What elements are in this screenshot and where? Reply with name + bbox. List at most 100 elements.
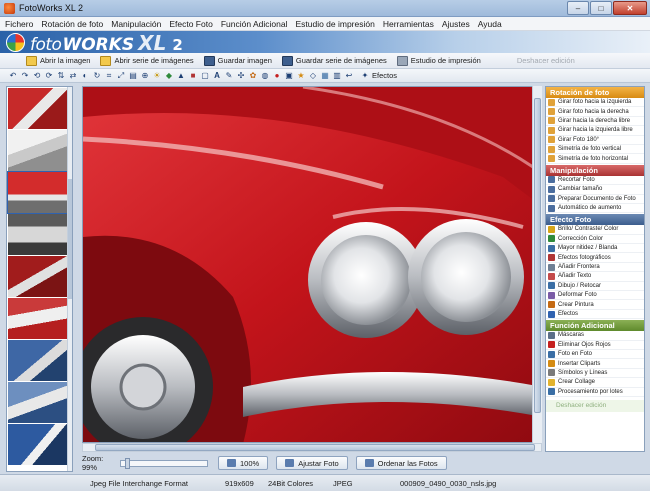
clipart-icon[interactable]: ★ — [296, 71, 306, 81]
rotate-180-icon[interactable]: ◐ — [80, 71, 90, 81]
rotate-right-item[interactable]: Girar foto hacia la derecha — [546, 107, 644, 117]
red-eye-icon[interactable]: ● — [272, 71, 282, 81]
add-border-item[interactable]: Añadir Frontera — [546, 263, 644, 273]
save-series-button[interactable]: Guardar serie de imágenes — [281, 55, 387, 66]
photo-in-photo-icon[interactable]: ▣ — [284, 71, 294, 81]
image-viewer[interactable] — [82, 86, 542, 443]
brightness-item[interactable]: Brillo/ Contraste/ Color — [546, 225, 644, 235]
refresh-icon[interactable]: ↻ — [92, 71, 102, 81]
cliparts-item[interactable]: Insertar Cliparts — [546, 359, 644, 369]
open-image-button[interactable]: Abrir la imagen — [26, 55, 90, 66]
section-additional-header[interactable]: Función Adicional — [546, 320, 644, 332]
sort-photos-button[interactable]: Ordenar las Fotos — [355, 456, 447, 470]
deform-icon[interactable]: ✣ — [236, 71, 246, 81]
thumbnail-5[interactable]: 0 — [8, 256, 72, 297]
menu-ayuda[interactable]: Ayuda — [478, 19, 502, 29]
draw-item[interactable]: Dibujo / Retocar — [546, 282, 644, 292]
flip-horizontal-icon[interactable]: ⇄ — [68, 71, 78, 81]
crop-item[interactable]: Recortar Foto — [546, 176, 644, 186]
menu-funcion-adicional[interactable]: Función Adicional — [221, 19, 288, 29]
zoom-slider-handle[interactable] — [125, 457, 130, 469]
rotate-free-left-icon[interactable]: ⟲ — [32, 71, 42, 81]
collage-item[interactable]: Crear Collage — [546, 378, 644, 388]
save-image-button[interactable]: Guardar imagen — [203, 55, 272, 66]
frame-icon[interactable]: ▢ — [200, 71, 210, 81]
mask-icon[interactable]: ◍ — [260, 71, 270, 81]
effects-button[interactable]: ✦ Efectos — [360, 71, 397, 81]
thumbnail-9[interactable]: 0 — [8, 424, 72, 465]
menu-ajustes[interactable]: Ajustes — [442, 19, 470, 29]
sharpen-item[interactable]: Mayor nitidez / Blanda — [546, 244, 644, 254]
menu-estudio-impresion[interactable]: Estudio de impresión — [295, 19, 374, 29]
thumbnail-2[interactable]: 0 — [8, 130, 72, 171]
thumbnail-3[interactable]: 0 — [7, 171, 72, 214]
menu-manipulacion[interactable]: Manipulación — [111, 19, 161, 29]
thumbnail-4[interactable]: 0 — [8, 214, 72, 255]
undo-icon[interactable]: ↩ — [344, 71, 354, 81]
thumbnail-6[interactable]: 0 — [8, 298, 72, 339]
viewer-horizontal-scrollbar[interactable] — [82, 443, 542, 452]
flip-horizontal-item[interactable]: Simetría de foto horizontal — [546, 154, 644, 164]
masks-item[interactable]: Máscaras — [546, 331, 644, 341]
prepare-document-item[interactable]: Preparar Documento de Foto — [546, 195, 644, 204]
fit-photo-button[interactable]: Ajustar Foto — [276, 456, 348, 470]
rotate-180-item[interactable]: Girar Foto 180° — [546, 136, 644, 145]
menu-efecto-foto[interactable]: Efecto Foto — [169, 19, 212, 29]
rotate-right-icon[interactable]: ↷ — [20, 71, 30, 81]
effects-item[interactable]: Efectos — [546, 310, 644, 320]
photo-effect-icon[interactable]: ■ — [188, 71, 198, 81]
close-button[interactable]: ✕ — [613, 1, 647, 15]
brightness-icon[interactable]: ☀ — [152, 71, 162, 81]
viewer-vertical-scrollbar[interactable] — [532, 86, 542, 443]
sharpen-icon[interactable]: ▲ — [176, 71, 186, 81]
section-manipulation-header[interactable]: Manipulación — [546, 164, 644, 176]
menu-rotacion[interactable]: Rotación de foto — [41, 19, 103, 29]
menu-fichero[interactable]: Fichero — [5, 19, 33, 29]
crop-icon[interactable]: ⌗ — [104, 71, 114, 81]
section-rotation-header[interactable]: Rotación de foto — [546, 87, 644, 98]
color-correction-item[interactable]: Corrección Color — [546, 235, 644, 245]
resize-icon[interactable]: ⤢ — [116, 71, 126, 81]
viewer-vscroll-thumb[interactable] — [534, 98, 541, 413]
menu-herramientas[interactable]: Herramientas — [383, 19, 434, 29]
thumbnail-scroll-thumb[interactable] — [68, 179, 72, 299]
resize-item[interactable]: Cambiar tamaño — [546, 185, 644, 195]
deform-item[interactable]: Deformar Foto — [546, 291, 644, 301]
symbols-item[interactable]: Símbolos y Líneas — [546, 369, 644, 379]
zoom-100-button[interactable]: 100% — [218, 456, 269, 470]
draw-icon[interactable]: ✎ — [224, 71, 234, 81]
rotate-free-right-item[interactable]: Girar hacia la derecha libre — [546, 117, 644, 127]
undo-button[interactable]: Deshacer edición — [517, 56, 575, 65]
zoom-slider[interactable] — [120, 457, 208, 469]
collage-icon[interactable]: ▦ — [320, 71, 330, 81]
rotate-left-icon[interactable]: ↶ — [8, 71, 18, 81]
text-icon[interactable]: A — [212, 71, 222, 81]
thumbnail-8[interactable]: 0 — [8, 382, 72, 423]
section-effects-header[interactable]: Efecto Foto — [546, 214, 644, 226]
flip-vertical-icon[interactable]: ⇅ — [56, 71, 66, 81]
photo-effects-item[interactable]: Efectos fotográficos — [546, 253, 644, 263]
symbols-icon[interactable]: ◇ — [308, 71, 318, 81]
batch-icon[interactable]: ▥ — [332, 71, 342, 81]
rotate-free-right-icon[interactable]: ⟳ — [44, 71, 54, 81]
thumbnail-7[interactable]: 0 — [8, 340, 72, 381]
red-eye-item[interactable]: Eliminar Ojos Rojos — [546, 341, 644, 350]
panel-undo-button[interactable]: Deshacer edición — [546, 399, 644, 412]
rotate-left-item[interactable]: Girar foto hacia la izquierda — [546, 98, 644, 108]
document-icon[interactable]: ▤ — [128, 71, 138, 81]
open-series-button[interactable]: Abrir serie de imágenes — [100, 55, 194, 66]
add-text-item[interactable]: Añadir Texto — [546, 272, 644, 282]
thumbnail-scrollbar[interactable] — [67, 87, 72, 471]
maximize-button[interactable]: □ — [590, 1, 612, 15]
photo-in-photo-item[interactable]: Foto en Foto — [546, 350, 644, 360]
paint-icon[interactable]: ✿ — [248, 71, 258, 81]
color-icon[interactable]: ◆ — [164, 71, 174, 81]
batch-item[interactable]: Procesamiento por lotes — [546, 388, 644, 397]
print-studio-button[interactable]: Estudio de impresión — [396, 55, 481, 66]
thumbnail-1[interactable]: 0 — [8, 88, 72, 129]
auto-enlarge-item[interactable]: Automático de aumento — [546, 204, 644, 214]
viewer-hscroll-thumb[interactable] — [95, 444, 535, 451]
create-painting-item[interactable]: Crear Pintura — [546, 300, 644, 310]
zoom-icon[interactable]: ⊕ — [140, 71, 150, 81]
minimize-button[interactable]: – — [567, 1, 589, 15]
